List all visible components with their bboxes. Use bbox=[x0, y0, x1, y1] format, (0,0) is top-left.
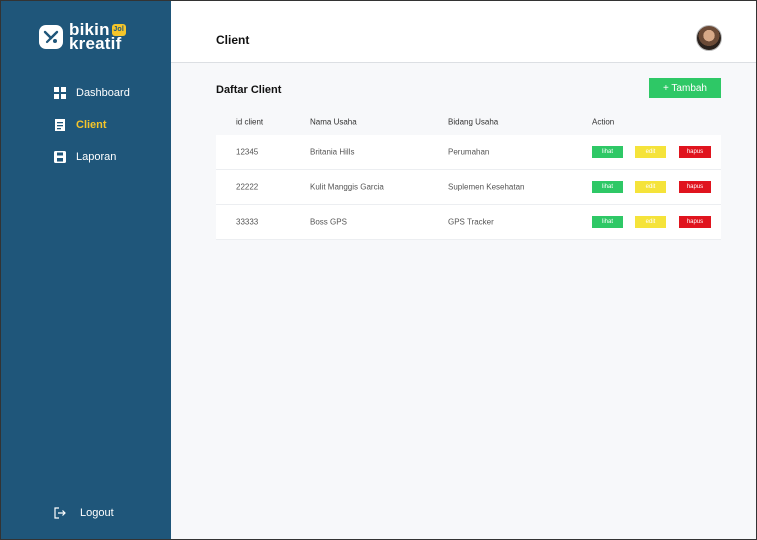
cell-nama: Boss GPS bbox=[310, 217, 347, 227]
cell-bidang: GPS Tracker bbox=[448, 217, 494, 227]
edit-button[interactable]: edit bbox=[635, 216, 666, 228]
logout-button[interactable]: Logout bbox=[54, 507, 114, 519]
logout-icon bbox=[54, 507, 66, 519]
table-row: 33333 Boss GPS GPS Tracker lihat edit ha… bbox=[216, 205, 721, 240]
client-icon bbox=[55, 119, 65, 131]
dashboard-icon bbox=[54, 87, 66, 99]
table-header-row: id client Nama Usaha Bidang Usaha Action bbox=[216, 108, 721, 135]
column-header-nama: Nama Usaha bbox=[310, 117, 357, 126]
app-window: bikin Jol kreatif Dashboard Client Lapor… bbox=[0, 0, 757, 540]
user-avatar[interactable] bbox=[696, 25, 722, 51]
brand-line2: kreatif bbox=[69, 34, 122, 53]
sidebar-item-laporan[interactable]: Laporan bbox=[1, 141, 171, 173]
edit-button[interactable]: edit bbox=[635, 181, 666, 193]
view-button[interactable]: lihat bbox=[592, 146, 623, 158]
view-button[interactable]: lihat bbox=[592, 181, 623, 193]
cell-nama: Britania Hills bbox=[310, 147, 355, 157]
row-actions: lihat edit hapus bbox=[592, 216, 711, 228]
sidebar-item-label: Client bbox=[76, 119, 107, 131]
row-actions: lihat edit hapus bbox=[592, 181, 711, 193]
cell-bidang: Suplemen Kesehatan bbox=[448, 182, 525, 192]
sidebar: bikin Jol kreatif Dashboard Client Lapor… bbox=[1, 1, 171, 539]
cell-id: 22222 bbox=[236, 182, 259, 192]
column-header-bidang: Bidang Usaha bbox=[448, 117, 499, 126]
cell-bidang: Perumahan bbox=[448, 147, 490, 157]
logout-label: Logout bbox=[80, 507, 114, 519]
section-title: Daftar Client bbox=[216, 84, 282, 96]
table-row: 22222 Kulit Manggis Garcia Suplemen Kese… bbox=[216, 170, 721, 205]
sidebar-item-label: Dashboard bbox=[76, 87, 130, 99]
page-title: Client bbox=[216, 33, 250, 47]
brand-name: bikin Jol kreatif bbox=[69, 21, 126, 53]
delete-button[interactable]: hapus bbox=[679, 146, 711, 158]
column-header-action: Action bbox=[592, 117, 615, 126]
top-header: Client bbox=[171, 1, 756, 63]
edit-button[interactable]: edit bbox=[635, 146, 666, 158]
client-table: id client Nama Usaha Bidang Usaha Action… bbox=[216, 108, 721, 240]
view-button[interactable]: lihat bbox=[592, 216, 623, 228]
column-header-id: id client bbox=[236, 117, 264, 126]
cell-id: 12345 bbox=[236, 147, 259, 157]
report-icon bbox=[54, 151, 66, 163]
sidebar-item-dashboard[interactable]: Dashboard bbox=[1, 77, 171, 109]
cell-id: 33333 bbox=[236, 217, 259, 227]
sidebar-item-label: Laporan bbox=[76, 151, 117, 163]
logo-icon bbox=[39, 25, 63, 49]
table-row: 12345 Britania Hills Perumahan lihat edi… bbox=[216, 135, 721, 170]
sidebar-item-client[interactable]: Client bbox=[1, 109, 171, 141]
row-actions: lihat edit hapus bbox=[592, 146, 711, 158]
main-content: Daftar Client + Tambah id client Nama Us… bbox=[171, 64, 756, 539]
cell-nama: Kulit Manggis Garcia bbox=[310, 182, 384, 192]
sidebar-nav: Dashboard Client Laporan bbox=[1, 77, 171, 173]
brand-logo[interactable]: bikin Jol kreatif bbox=[39, 21, 126, 53]
delete-button[interactable]: hapus bbox=[679, 216, 711, 228]
delete-button[interactable]: hapus bbox=[679, 181, 711, 193]
add-client-button[interactable]: + Tambah bbox=[649, 78, 721, 98]
